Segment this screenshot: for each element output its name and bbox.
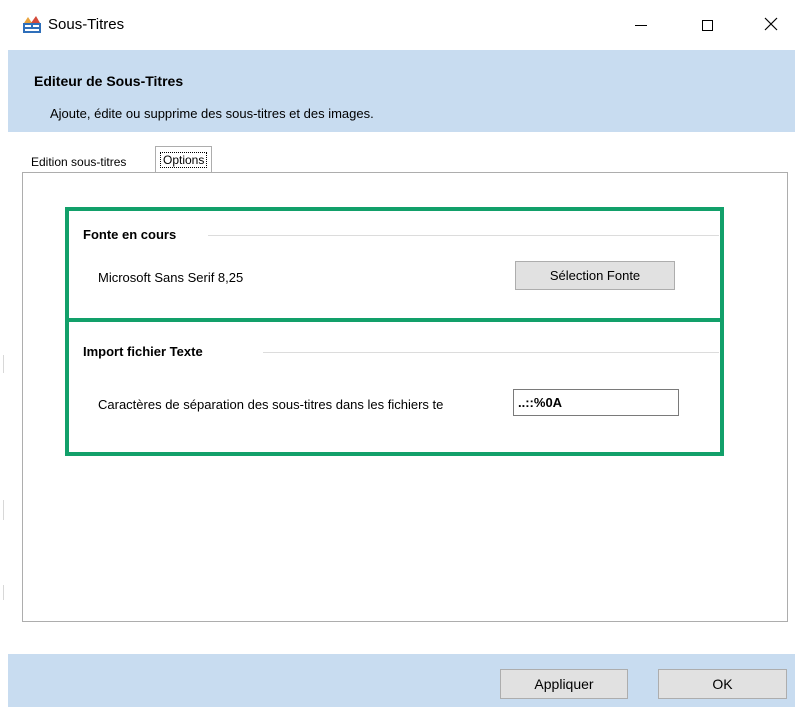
tab-label: Options	[160, 152, 208, 168]
edge-mark	[3, 585, 4, 600]
apply-button-label: Appliquer	[534, 676, 594, 692]
subtitles-app-icon	[22, 16, 42, 34]
title-bar[interactable]: Sous-Titres	[8, 0, 795, 50]
maximize-icon	[701, 19, 713, 31]
edge-mark	[3, 500, 4, 520]
window-title: Sous-Titres	[48, 16, 125, 33]
ok-button[interactable]: OK	[658, 669, 787, 699]
maximize-button[interactable]	[684, 0, 730, 50]
minimize-button[interactable]	[618, 0, 664, 50]
ok-button-label: OK	[712, 676, 733, 692]
tab-label: Edition sous-titres	[31, 155, 127, 169]
tab-edition-sous-titres[interactable]: Edition sous-titres	[27, 151, 130, 173]
header-banner: Editeur de Sous-Titres Ajoute, édite ou …	[8, 50, 795, 132]
import-group-highlight	[65, 318, 724, 456]
font-group-highlight	[65, 207, 724, 322]
close-icon	[764, 17, 778, 34]
edge-mark	[3, 355, 4, 373]
header-subtitle: Ajoute, édite ou supprime des sous-titre…	[50, 106, 374, 121]
subtitle-editor-window: Sous-Titres Editeur de Sous-Titres Ajout…	[8, 0, 795, 707]
window-left-edge	[0, 0, 8, 707]
close-button[interactable]	[748, 0, 794, 50]
header-title: Editeur de Sous-Titres	[34, 73, 184, 89]
minimize-icon	[635, 24, 647, 26]
tab-options[interactable]: Options	[155, 146, 213, 173]
apply-button[interactable]: Appliquer	[500, 669, 628, 699]
